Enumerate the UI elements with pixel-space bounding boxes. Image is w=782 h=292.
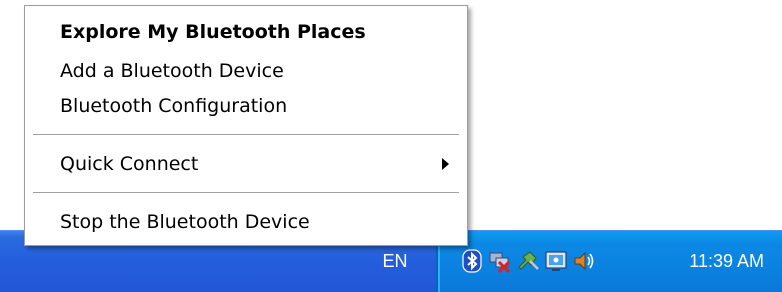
submenu-arrow-icon	[442, 158, 449, 170]
menu-item-label: Add a Bluetooth Device	[60, 60, 284, 82]
display-settings-icon[interactable]	[544, 249, 568, 273]
menu-item-label: Bluetooth Configuration	[60, 95, 288, 117]
clock[interactable]: 11:39 AM	[689, 241, 764, 281]
menu-item-bluetooth-configuration[interactable]: Bluetooth Configuration	[25, 91, 467, 121]
system-tray: 11:39 AM	[436, 231, 782, 292]
volume-icon[interactable]	[572, 249, 596, 273]
menu-item-label: Quick Connect	[60, 153, 199, 175]
menu-separator	[33, 192, 459, 194]
bluetooth-context-menu: Explore My Bluetooth Places Add a Blueto…	[24, 5, 468, 246]
menu-item-label: Explore My Bluetooth Places	[60, 21, 366, 43]
menu-item-add-bluetooth-device[interactable]: Add a Bluetooth Device	[25, 56, 467, 86]
safely-remove-hardware-icon[interactable]	[516, 249, 540, 273]
network-disconnected-icon[interactable]	[488, 249, 512, 273]
language-indicator[interactable]: EN	[360, 241, 430, 281]
menu-item-explore-bluetooth-places[interactable]: Explore My Bluetooth Places	[25, 17, 467, 47]
menu-item-quick-connect[interactable]: Quick Connect	[25, 149, 467, 179]
menu-item-label: Stop the Bluetooth Device	[60, 211, 310, 233]
menu-separator	[33, 134, 459, 136]
menu-item-stop-bluetooth-device[interactable]: Stop the Bluetooth Device	[25, 207, 467, 237]
bluetooth-icon[interactable]	[460, 249, 484, 273]
